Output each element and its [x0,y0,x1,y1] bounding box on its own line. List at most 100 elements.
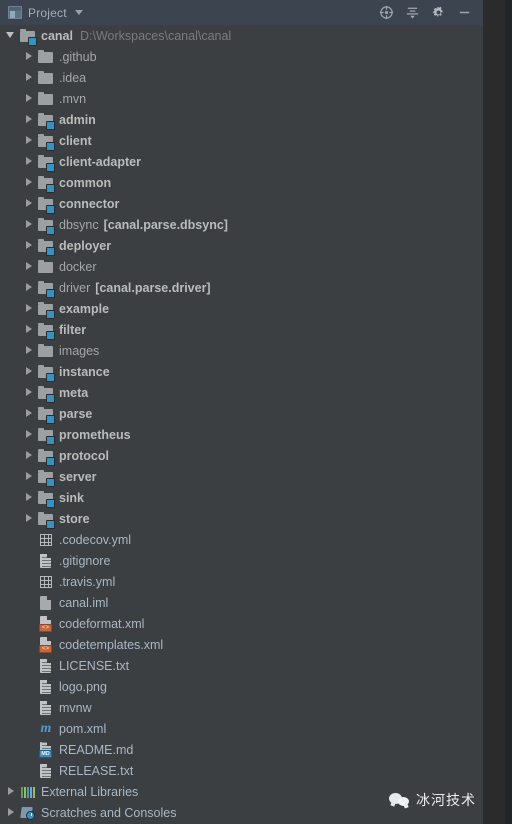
expand-arrow-icon[interactable] [24,408,35,419]
tab-project-label: Project [28,5,67,20]
expand-arrow-icon[interactable] [24,219,35,230]
tree-row-root[interactable]: canal D:\Workspaces\canal\canal [0,25,483,46]
tree-row-file[interactable]: mvnw [0,697,483,718]
tree-row-label: docker [59,259,97,274]
tree-row-file[interactable]: logo.png [0,676,483,697]
expand-arrow-icon[interactable] [24,240,35,251]
expand-arrow-icon[interactable] [24,471,35,482]
folder-icon [38,343,54,359]
folder-icon [38,49,54,65]
tree-row-folder[interactable]: connector [0,193,483,214]
tree-row-file[interactable]: RELEASE.txt [0,760,483,781]
text-file-icon [38,679,54,695]
tab-project[interactable]: Project [0,0,91,25]
tree-row-file[interactable]: LICENSE.txt [0,655,483,676]
module-folder-icon [38,196,55,214]
tree-row-label: codetemplates.xml [59,637,164,652]
expand-arrow-icon[interactable] [24,303,35,314]
tree-row-folder[interactable]: parse [0,403,483,424]
expand-arrow-icon[interactable] [24,282,35,293]
xml-file-icon: <> [38,615,54,632]
yaml-file-icon [38,532,54,548]
expand-arrow-icon[interactable] [24,261,35,272]
expand-arrow-icon[interactable] [24,198,35,209]
collapse-all-icon [406,7,418,19]
tree-row-folder[interactable]: meta [0,382,483,403]
tree-row-label: logo.png [59,679,107,694]
expand-arrow-icon[interactable] [24,51,35,62]
expand-arrow-icon[interactable] [6,786,17,797]
tree-row-folder[interactable]: common [0,172,483,193]
tree-row-folder[interactable]: server [0,466,483,487]
folder-icon [38,91,54,107]
project-tree[interactable]: canal D:\Workspaces\canal\canal .github .id… [0,25,483,824]
tree-row-label: sink [59,490,85,505]
tree-row-folder[interactable]: protocol [0,445,483,466]
yaml-file-icon [38,574,54,590]
tree-row-label: filter [59,322,87,337]
tree-row-folder[interactable]: filter [0,319,483,340]
tree-row-file[interactable]: <> codetemplates.xml [0,634,483,655]
module-folder-icon [38,175,55,193]
expand-arrow-icon[interactable] [24,492,35,503]
tree-row-folder[interactable]: .mvn [0,88,483,109]
expand-arrow-icon[interactable] [24,177,35,188]
tree-row-folder[interactable]: docker [0,256,483,277]
chevron-down-icon[interactable] [74,10,83,15]
collapse-all-button[interactable] [399,0,425,25]
expand-arrow-icon[interactable] [24,366,35,377]
module-folder-icon [38,406,55,424]
tree-row-folder[interactable]: images [0,340,483,361]
tree-row-folder[interactable]: deployer [0,235,483,256]
tree-row-folder[interactable]: prometheus [0,424,483,445]
tree-row-folder[interactable]: dbsync [canal.parse.dbsync] [0,214,483,235]
tree-row-folder[interactable]: .idea [0,67,483,88]
tree-row-folder[interactable]: driver [canal.parse.driver] [0,277,483,298]
tree-row-file[interactable]: .travis.yml [0,571,483,592]
tree-row-folder[interactable]: example [0,298,483,319]
expand-arrow-icon[interactable] [24,429,35,440]
wechat-watermark: 冰河技术 [389,790,476,810]
tree-row-file[interactable]: m pom.xml [0,718,483,739]
expand-arrow-icon[interactable] [24,450,35,461]
tree-row-file[interactable]: .gitignore [0,550,483,571]
xml-file-icon: <> [38,636,54,653]
tree-row-label: client [59,133,92,148]
expand-arrow-icon[interactable] [24,513,35,524]
tree-row-folder[interactable]: instance [0,361,483,382]
expand-arrow-icon[interactable] [6,30,17,41]
tree-row-folder[interactable]: store [0,508,483,529]
tree-row-file[interactable]: canal.iml [0,592,483,613]
expand-arrow-icon[interactable] [24,72,35,83]
tree-row-folder[interactable]: client-adapter [0,151,483,172]
tree-row-label: prometheus [59,427,131,442]
tree-row-label: common [59,175,112,190]
expand-arrow-icon[interactable] [6,807,17,818]
expand-arrow-icon[interactable] [24,114,35,125]
folder-icon [38,259,54,275]
locate-in-tree-button[interactable] [373,0,399,25]
tree-row-folder[interactable]: sink [0,487,483,508]
idea-project-tool-window: Project canal D:\Workspaces\canal\canal … [0,0,512,824]
expand-arrow-icon[interactable] [24,93,35,104]
markdown-file-icon: MD [38,741,54,758]
module-folder-icon [38,280,55,298]
settings-button[interactable] [425,0,451,25]
hide-button[interactable] [451,0,477,25]
expand-arrow-icon[interactable] [24,324,35,335]
tree-row-folder[interactable]: .github [0,46,483,67]
tree-row-folder[interactable]: client [0,130,483,151]
tree-row-label: pom.xml [59,721,107,736]
expand-arrow-icon[interactable] [24,156,35,167]
tree-row-label: .mvn [59,91,87,106]
expand-arrow-icon[interactable] [24,135,35,146]
tree-row-folder[interactable]: admin [0,109,483,130]
tree-row-file[interactable]: <> codeformat.xml [0,613,483,634]
expand-arrow-icon[interactable] [24,387,35,398]
tree-row-file[interactable]: .codecov.yml [0,529,483,550]
tree-row-label: instance [59,364,110,379]
module-folder-icon [38,469,55,487]
expand-arrow-icon[interactable] [24,345,35,356]
tree-row-file[interactable]: MD README.md [0,739,483,760]
tree-row-label: mvnw [59,700,92,715]
